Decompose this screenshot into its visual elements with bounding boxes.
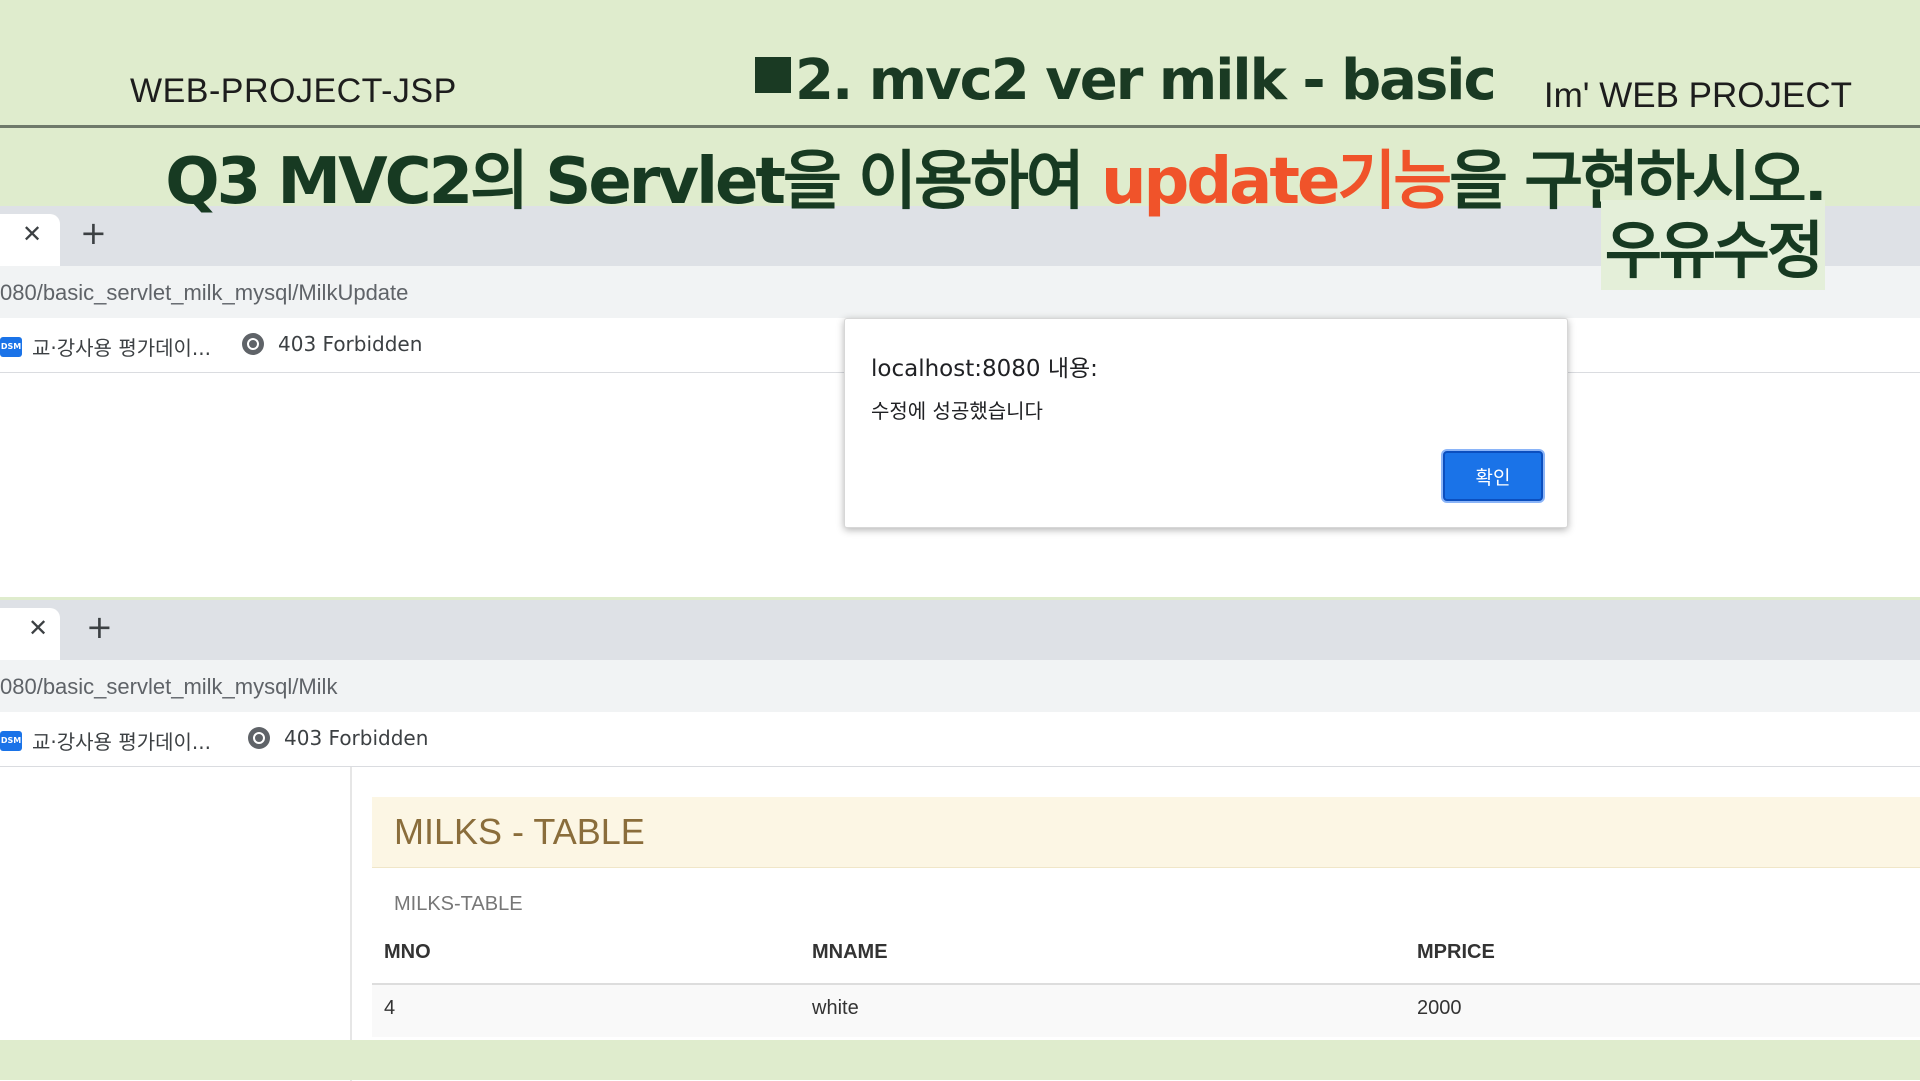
column-header-mno: MNO: [384, 941, 431, 963]
column-header-mname: MNAME: [812, 941, 888, 963]
bookmark-item[interactable]: 403 Forbidden: [248, 726, 428, 750]
question-prefix: Q3 MVC2의 Servlet을 이용하여: [165, 145, 1101, 219]
slide-center-title-text: 2. mvc2 ver milk - basic: [795, 48, 1497, 113]
new-tab-icon[interactable]: +: [80, 214, 107, 252]
slide-right-title: Im' WEB PROJECT: [1543, 76, 1852, 115]
alert-dialog: localhost:8080 내용: 수정에 성공했습니다 확인: [844, 318, 1568, 528]
square-bullet-icon: [755, 57, 791, 93]
bookmark-label: 403 Forbidden: [278, 332, 423, 356]
panel-heading: MILKS - TABLE: [372, 797, 1920, 868]
dialog-origin: localhost:8080 내용:: [871, 356, 1098, 382]
bookmark-item[interactable]: DSM 교·강사용 평가데이...: [0, 726, 211, 755]
bookmarks-bar: DSM 교·강사용 평가데이... 403 Forbidden: [0, 712, 1920, 767]
globe-icon: [242, 333, 264, 355]
table-row: [372, 985, 1920, 1037]
close-tab-icon[interactable]: ✕: [28, 614, 48, 642]
question-title: Q3 MVC2의 Servlet을 이용하여 update기능을 구현하시오.: [165, 130, 1828, 222]
panel-title: MILKS - TABLE: [394, 811, 645, 852]
new-tab-icon[interactable]: +: [86, 608, 113, 646]
question-highlight: update기능: [1100, 145, 1452, 219]
question-subtitle: 우유수정: [1600, 200, 1825, 290]
dialog-message: 수정에 성공했습니다: [871, 399, 1043, 423]
browser-window-bottom: ✕ + 080/basic_servlet_milk_mysql/Milk DS…: [0, 600, 1920, 1081]
dsm-icon: DSM: [0, 336, 22, 357]
bookmark-label: 교·강사용 평가데이...: [32, 730, 211, 754]
page-content: MILKS - TABLE MILKS-TABLE MNO MNAME MPRI…: [0, 767, 1920, 1081]
sidebar: [0, 767, 352, 1081]
table-caption: MILKS-TABLE: [394, 893, 523, 915]
slide-divider: [0, 125, 1920, 128]
bookmark-label: 교·강사용 평가데이...: [32, 336, 211, 360]
tab-bar: ✕ +: [0, 600, 1920, 660]
table-cell-mprice: 2000: [1417, 997, 1462, 1019]
column-header-mprice: MPRICE: [1417, 941, 1495, 963]
slide-footer-band: [0, 1040, 1920, 1080]
table-cell-mno: 4: [384, 997, 396, 1019]
bookmark-label: 403 Forbidden: [284, 726, 429, 750]
url-text: 080/basic_servlet_milk_mysql/Milk: [0, 674, 338, 699]
close-tab-icon[interactable]: ✕: [22, 220, 42, 248]
address-bar[interactable]: 080/basic_servlet_milk_mysql/Milk: [0, 660, 1920, 712]
slide-center-title: 2. mvc2 ver milk - basic: [755, 48, 1497, 113]
bookmark-item[interactable]: 403 Forbidden: [242, 332, 422, 356]
bookmark-item[interactable]: DSM 교·강사용 평가데이...: [0, 332, 211, 361]
dsm-icon: DSM: [0, 730, 22, 751]
ok-button[interactable]: 확인: [1443, 451, 1543, 501]
slide-left-title: WEB-PROJECT-JSP: [130, 72, 457, 110]
table-cell-mname: white: [812, 997, 859, 1019]
globe-icon: [248, 727, 270, 749]
url-text: 080/basic_servlet_milk_mysql/MilkUpdate: [0, 280, 409, 305]
